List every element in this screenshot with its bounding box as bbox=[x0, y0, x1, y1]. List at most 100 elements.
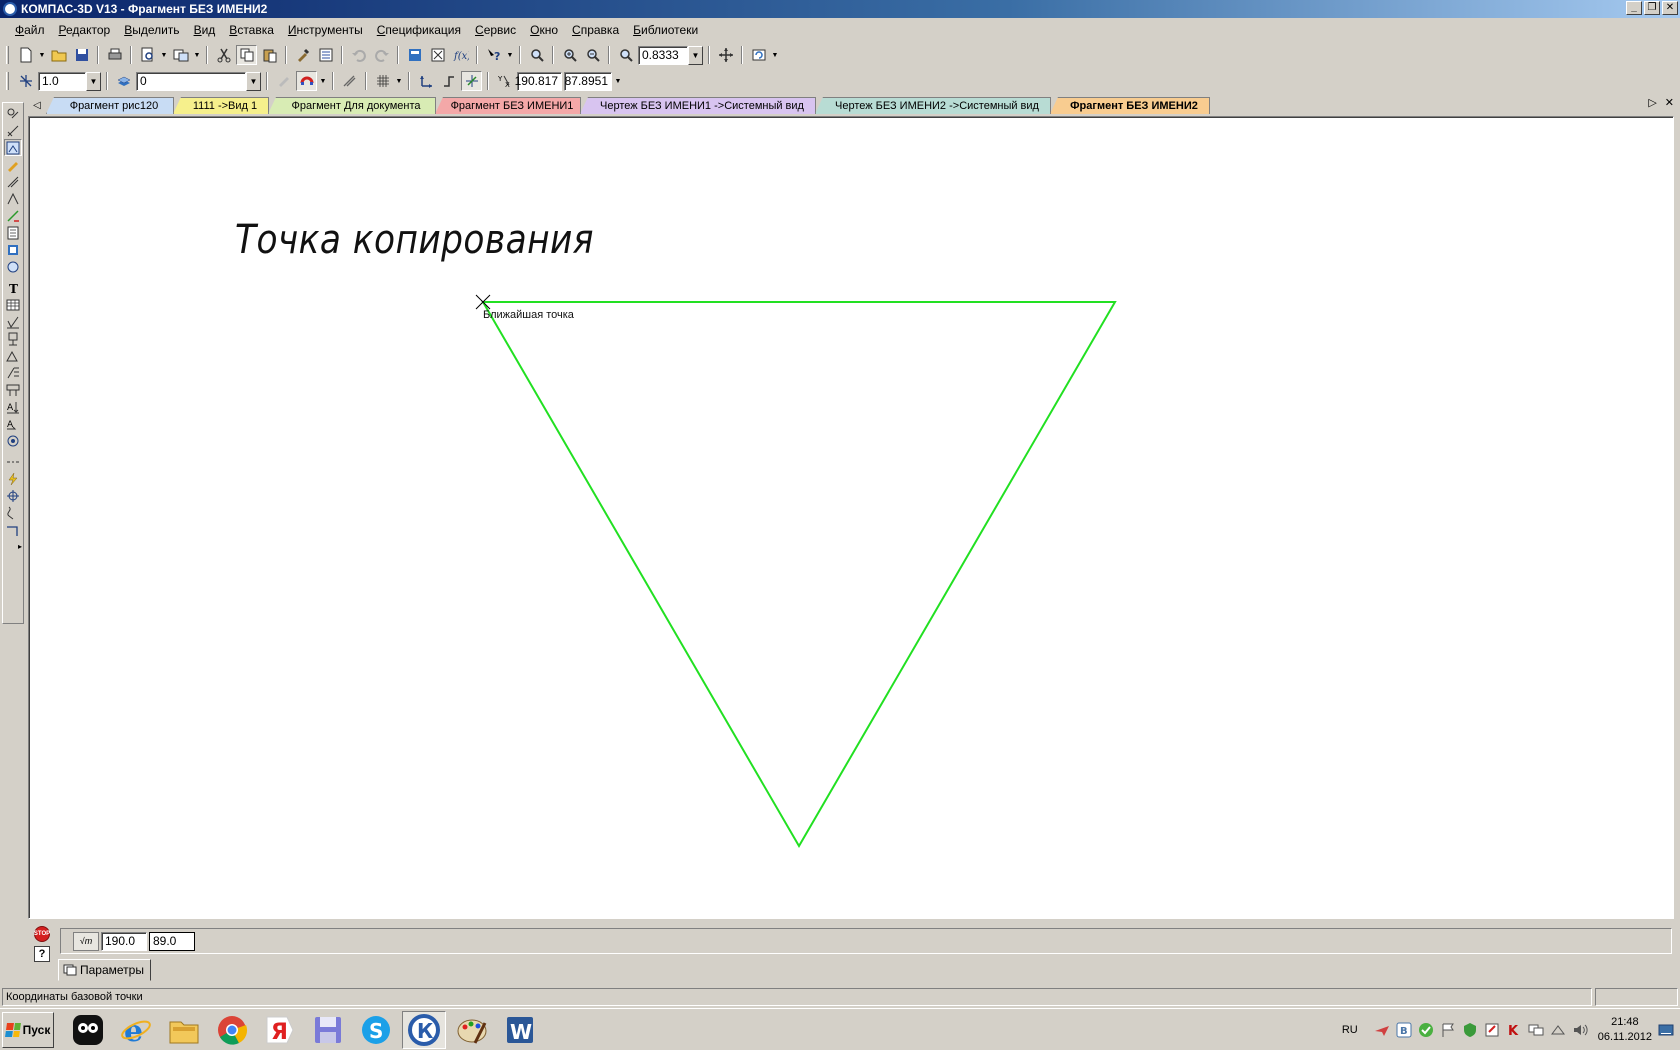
document-tab[interactable]: Фрагмент рис120 bbox=[46, 97, 174, 114]
toolbar2-overflow-arrow[interactable]: ▼ bbox=[614, 71, 622, 91]
measure-icon[interactable] bbox=[4, 173, 22, 190]
cut-line-icon[interactable]: A bbox=[4, 415, 22, 432]
layer-dropdown-arrow[interactable]: ▼ bbox=[246, 71, 261, 91]
print-icon[interactable] bbox=[104, 45, 125, 65]
menu-specification[interactable]: Спецификация bbox=[370, 23, 468, 37]
help-icon[interactable]: ? bbox=[34, 946, 50, 962]
layers-icon[interactable] bbox=[404, 45, 425, 65]
function-icon[interactable]: f(x) bbox=[450, 45, 471, 65]
tabs-scroll-right-icon[interactable]: ▷ bbox=[1648, 96, 1656, 109]
cursor-x-field[interactable]: 190.817 bbox=[515, 71, 562, 91]
zoom-combo[interactable]: 0.8333 ▼ bbox=[638, 45, 703, 65]
center-mark-icon[interactable] bbox=[4, 487, 22, 504]
drawing-canvas[interactable]: Точка копирования Ближайшая точка bbox=[28, 116, 1674, 919]
tray-network-icon[interactable] bbox=[1528, 1022, 1544, 1038]
text-icon[interactable]: T bbox=[4, 279, 22, 296]
grid-icon[interactable] bbox=[372, 71, 393, 91]
spec-icon[interactable] bbox=[4, 224, 22, 241]
undo-icon[interactable] bbox=[348, 45, 369, 65]
menu-tools[interactable]: Инструменты bbox=[281, 23, 370, 37]
redo-icon[interactable] bbox=[371, 45, 392, 65]
context-help-icon[interactable]: ? bbox=[483, 45, 504, 65]
document-tab[interactable]: Фрагмент БЕЗ ИМЕНИ2 bbox=[1050, 97, 1210, 114]
ie-icon[interactable]: e bbox=[114, 1011, 158, 1049]
new-document-icon[interactable] bbox=[15, 45, 36, 65]
zoom-value-field[interactable]: 0.8333 bbox=[638, 45, 688, 65]
parametric-mode-icon[interactable] bbox=[339, 71, 360, 91]
print-preview-icon[interactable] bbox=[137, 45, 158, 65]
close-tab-icon[interactable]: ✕ bbox=[1665, 96, 1674, 109]
copy-icon[interactable] bbox=[236, 45, 257, 65]
tray-volume-icon[interactable] bbox=[1572, 1022, 1588, 1038]
reports-icon[interactable] bbox=[4, 241, 22, 258]
layer-combo[interactable]: 0 ▼ bbox=[136, 71, 261, 91]
spline-icon[interactable] bbox=[4, 504, 22, 521]
style-disabled-icon[interactable] bbox=[273, 71, 294, 91]
table-icon[interactable] bbox=[4, 296, 22, 313]
point-y-field[interactable]: 89.0 bbox=[149, 931, 195, 951]
pidgin-icon[interactable] bbox=[66, 1011, 110, 1049]
parametrization-icon[interactable] bbox=[4, 156, 22, 173]
cursor-y-field[interactable]: 87.8951 bbox=[564, 71, 612, 91]
menu-file[interactable]: Файл bbox=[8, 23, 52, 37]
menu-editor[interactable]: Редактор bbox=[52, 23, 118, 37]
menu-service[interactable]: Сервис bbox=[468, 23, 523, 37]
save-disk-icon[interactable] bbox=[306, 1011, 350, 1049]
language-indicator[interactable]: RU bbox=[1342, 1024, 1358, 1036]
document-tab[interactable]: Фрагмент Для документа bbox=[268, 97, 436, 114]
manager-dropdown-arrow[interactable]: ▼ bbox=[193, 45, 201, 65]
tray-check-icon[interactable] bbox=[1418, 1022, 1434, 1038]
menu-view[interactable]: Вид bbox=[187, 23, 223, 37]
base-icon[interactable] bbox=[4, 330, 22, 347]
parameters-tab[interactable]: Параметры bbox=[58, 959, 151, 981]
stop-command-icon[interactable]: STOP bbox=[34, 926, 50, 942]
kompas-icon[interactable]: К bbox=[402, 1010, 446, 1049]
tray-plane-icon[interactable] bbox=[1374, 1022, 1390, 1038]
start-button[interactable]: Пуск bbox=[2, 1011, 54, 1048]
zoom-scale-icon[interactable] bbox=[615, 45, 636, 65]
roughness-icon[interactable] bbox=[4, 313, 22, 330]
step-dropdown-arrow[interactable]: ▼ bbox=[86, 71, 101, 91]
tray-flag-icon[interactable] bbox=[1440, 1022, 1456, 1038]
bend-line-icon[interactable] bbox=[4, 521, 22, 538]
menu-help[interactable]: Справка bbox=[565, 23, 626, 37]
snap-dropdown-arrow[interactable]: ▼ bbox=[319, 71, 327, 91]
tabs-scroll-left-icon[interactable]: ◁ bbox=[28, 97, 46, 114]
cursor-step-icon[interactable] bbox=[15, 71, 36, 91]
paste-icon[interactable] bbox=[259, 45, 280, 65]
tray-update-icon[interactable] bbox=[1484, 1022, 1500, 1038]
new-dropdown-arrow[interactable]: ▼ bbox=[38, 45, 46, 65]
explorer-icon[interactable] bbox=[162, 1011, 206, 1049]
show-desktop-icon[interactable] bbox=[1658, 1022, 1674, 1038]
insert-icon[interactable] bbox=[4, 258, 22, 275]
zoom-out-icon[interactable] bbox=[582, 45, 603, 65]
tray-kaspersky-icon[interactable]: K bbox=[1506, 1022, 1522, 1038]
triangle-shape[interactable] bbox=[481, 301, 1117, 848]
point-icon[interactable]: √т bbox=[73, 931, 99, 951]
menu-window[interactable]: Окно bbox=[523, 23, 565, 37]
step-value-field[interactable]: 1.0 bbox=[38, 71, 86, 91]
document-tab[interactable]: 1111 ->Вид 1 bbox=[173, 97, 269, 114]
round-coords-icon[interactable] bbox=[461, 71, 482, 91]
position-icon[interactable] bbox=[4, 364, 22, 381]
local-cs-icon[interactable] bbox=[415, 71, 436, 91]
leader-icon[interactable] bbox=[4, 347, 22, 364]
ortho-mode-icon[interactable] bbox=[438, 71, 459, 91]
designations-icon[interactable] bbox=[4, 190, 22, 207]
preview-dropdown-arrow[interactable]: ▼ bbox=[160, 45, 168, 65]
tray-antivirus-icon[interactable] bbox=[1462, 1022, 1478, 1038]
word-icon[interactable]: W bbox=[498, 1011, 542, 1049]
layer-icon[interactable] bbox=[113, 71, 134, 91]
variables-icon[interactable] bbox=[427, 45, 448, 65]
tolerance-icon[interactable] bbox=[4, 381, 22, 398]
menu-select[interactable]: Выделить bbox=[117, 23, 186, 37]
dimensions-icon[interactable] bbox=[4, 122, 22, 139]
yandex-icon[interactable]: Я bbox=[258, 1011, 302, 1049]
minimize-button[interactable]: _ bbox=[1626, 1, 1642, 15]
chrome-icon[interactable] bbox=[210, 1011, 254, 1049]
properties-list-icon[interactable] bbox=[315, 45, 336, 65]
pan-icon[interactable] bbox=[715, 45, 736, 65]
zoom-dropdown-arrow[interactable]: ▼ bbox=[688, 45, 703, 65]
menu-insert[interactable]: Вставка bbox=[222, 23, 281, 37]
tray-display-icon[interactable] bbox=[1550, 1022, 1566, 1038]
